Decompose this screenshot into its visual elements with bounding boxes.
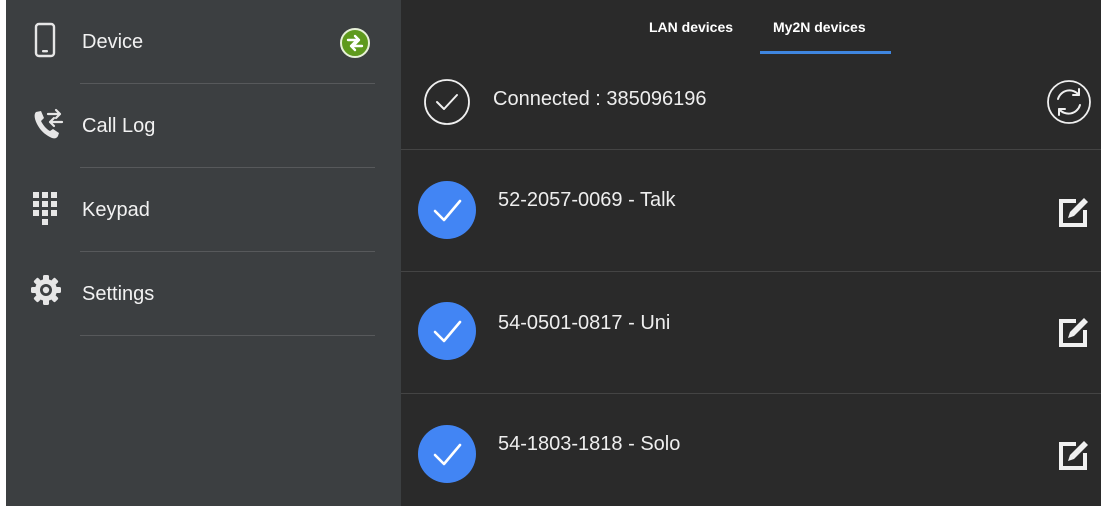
- sidebar-item-label: Call Log: [82, 115, 156, 137]
- sync-status-icon: [340, 28, 370, 58]
- connection-status: Connected : 385096196: [401, 55, 1101, 150]
- phone-device-icon: [30, 22, 60, 58]
- app-screen: Device Call Log Keypad Settings LAN devi…: [6, 0, 1101, 506]
- active-tab-indicator: [760, 51, 891, 54]
- refresh-icon: [1047, 80, 1091, 124]
- device-label: 54-0501-0817 - Uni: [498, 312, 671, 334]
- connected-check-icon: [423, 78, 471, 126]
- list-item: 54-0501-0817 - Uni: [401, 272, 1101, 394]
- list-item: 52-2057-0069 - Talk: [401, 150, 1101, 272]
- divider: [80, 335, 375, 336]
- tab-lan-devices[interactable]: LAN devices: [649, 19, 733, 35]
- tab-my2n-devices[interactable]: My2N devices: [773, 19, 866, 35]
- refresh-button[interactable]: [1046, 79, 1092, 125]
- device-check-icon[interactable]: [418, 302, 476, 360]
- sidebar-item-label: Settings: [82, 283, 155, 305]
- device-check-icon[interactable]: [418, 181, 476, 239]
- call-log-icon: [30, 106, 64, 142]
- sidebar-item-settings[interactable]: Settings: [6, 252, 401, 336]
- sidebar-item-call-log[interactable]: Call Log: [6, 84, 401, 168]
- device-label: 52-2057-0069 - Talk: [498, 189, 676, 211]
- device-label: 54-1803-1818 - Solo: [498, 433, 681, 455]
- sidebar-item-keypad[interactable]: Keypad: [6, 168, 401, 252]
- edit-icon[interactable]: [1056, 314, 1092, 350]
- keypad-icon: [30, 190, 60, 226]
- list-item: 54-1803-1818 - Solo: [401, 394, 1101, 516]
- sidebar-item-label: Keypad: [82, 199, 150, 221]
- gear-icon: [30, 274, 61, 310]
- device-check-icon[interactable]: [418, 425, 476, 483]
- connection-status-text: Connected : 385096196: [493, 88, 707, 110]
- edit-icon[interactable]: [1056, 194, 1092, 230]
- sidebar: Device Call Log Keypad Settings: [6, 0, 401, 506]
- sidebar-item-label: Device: [82, 31, 144, 53]
- edit-icon[interactable]: [1056, 437, 1092, 473]
- devices-panel: LAN devices My2N devices Connected : 385…: [401, 0, 1101, 506]
- tab-bar: LAN devices My2N devices: [401, 0, 1101, 55]
- sidebar-item-device[interactable]: Device: [6, 0, 401, 84]
